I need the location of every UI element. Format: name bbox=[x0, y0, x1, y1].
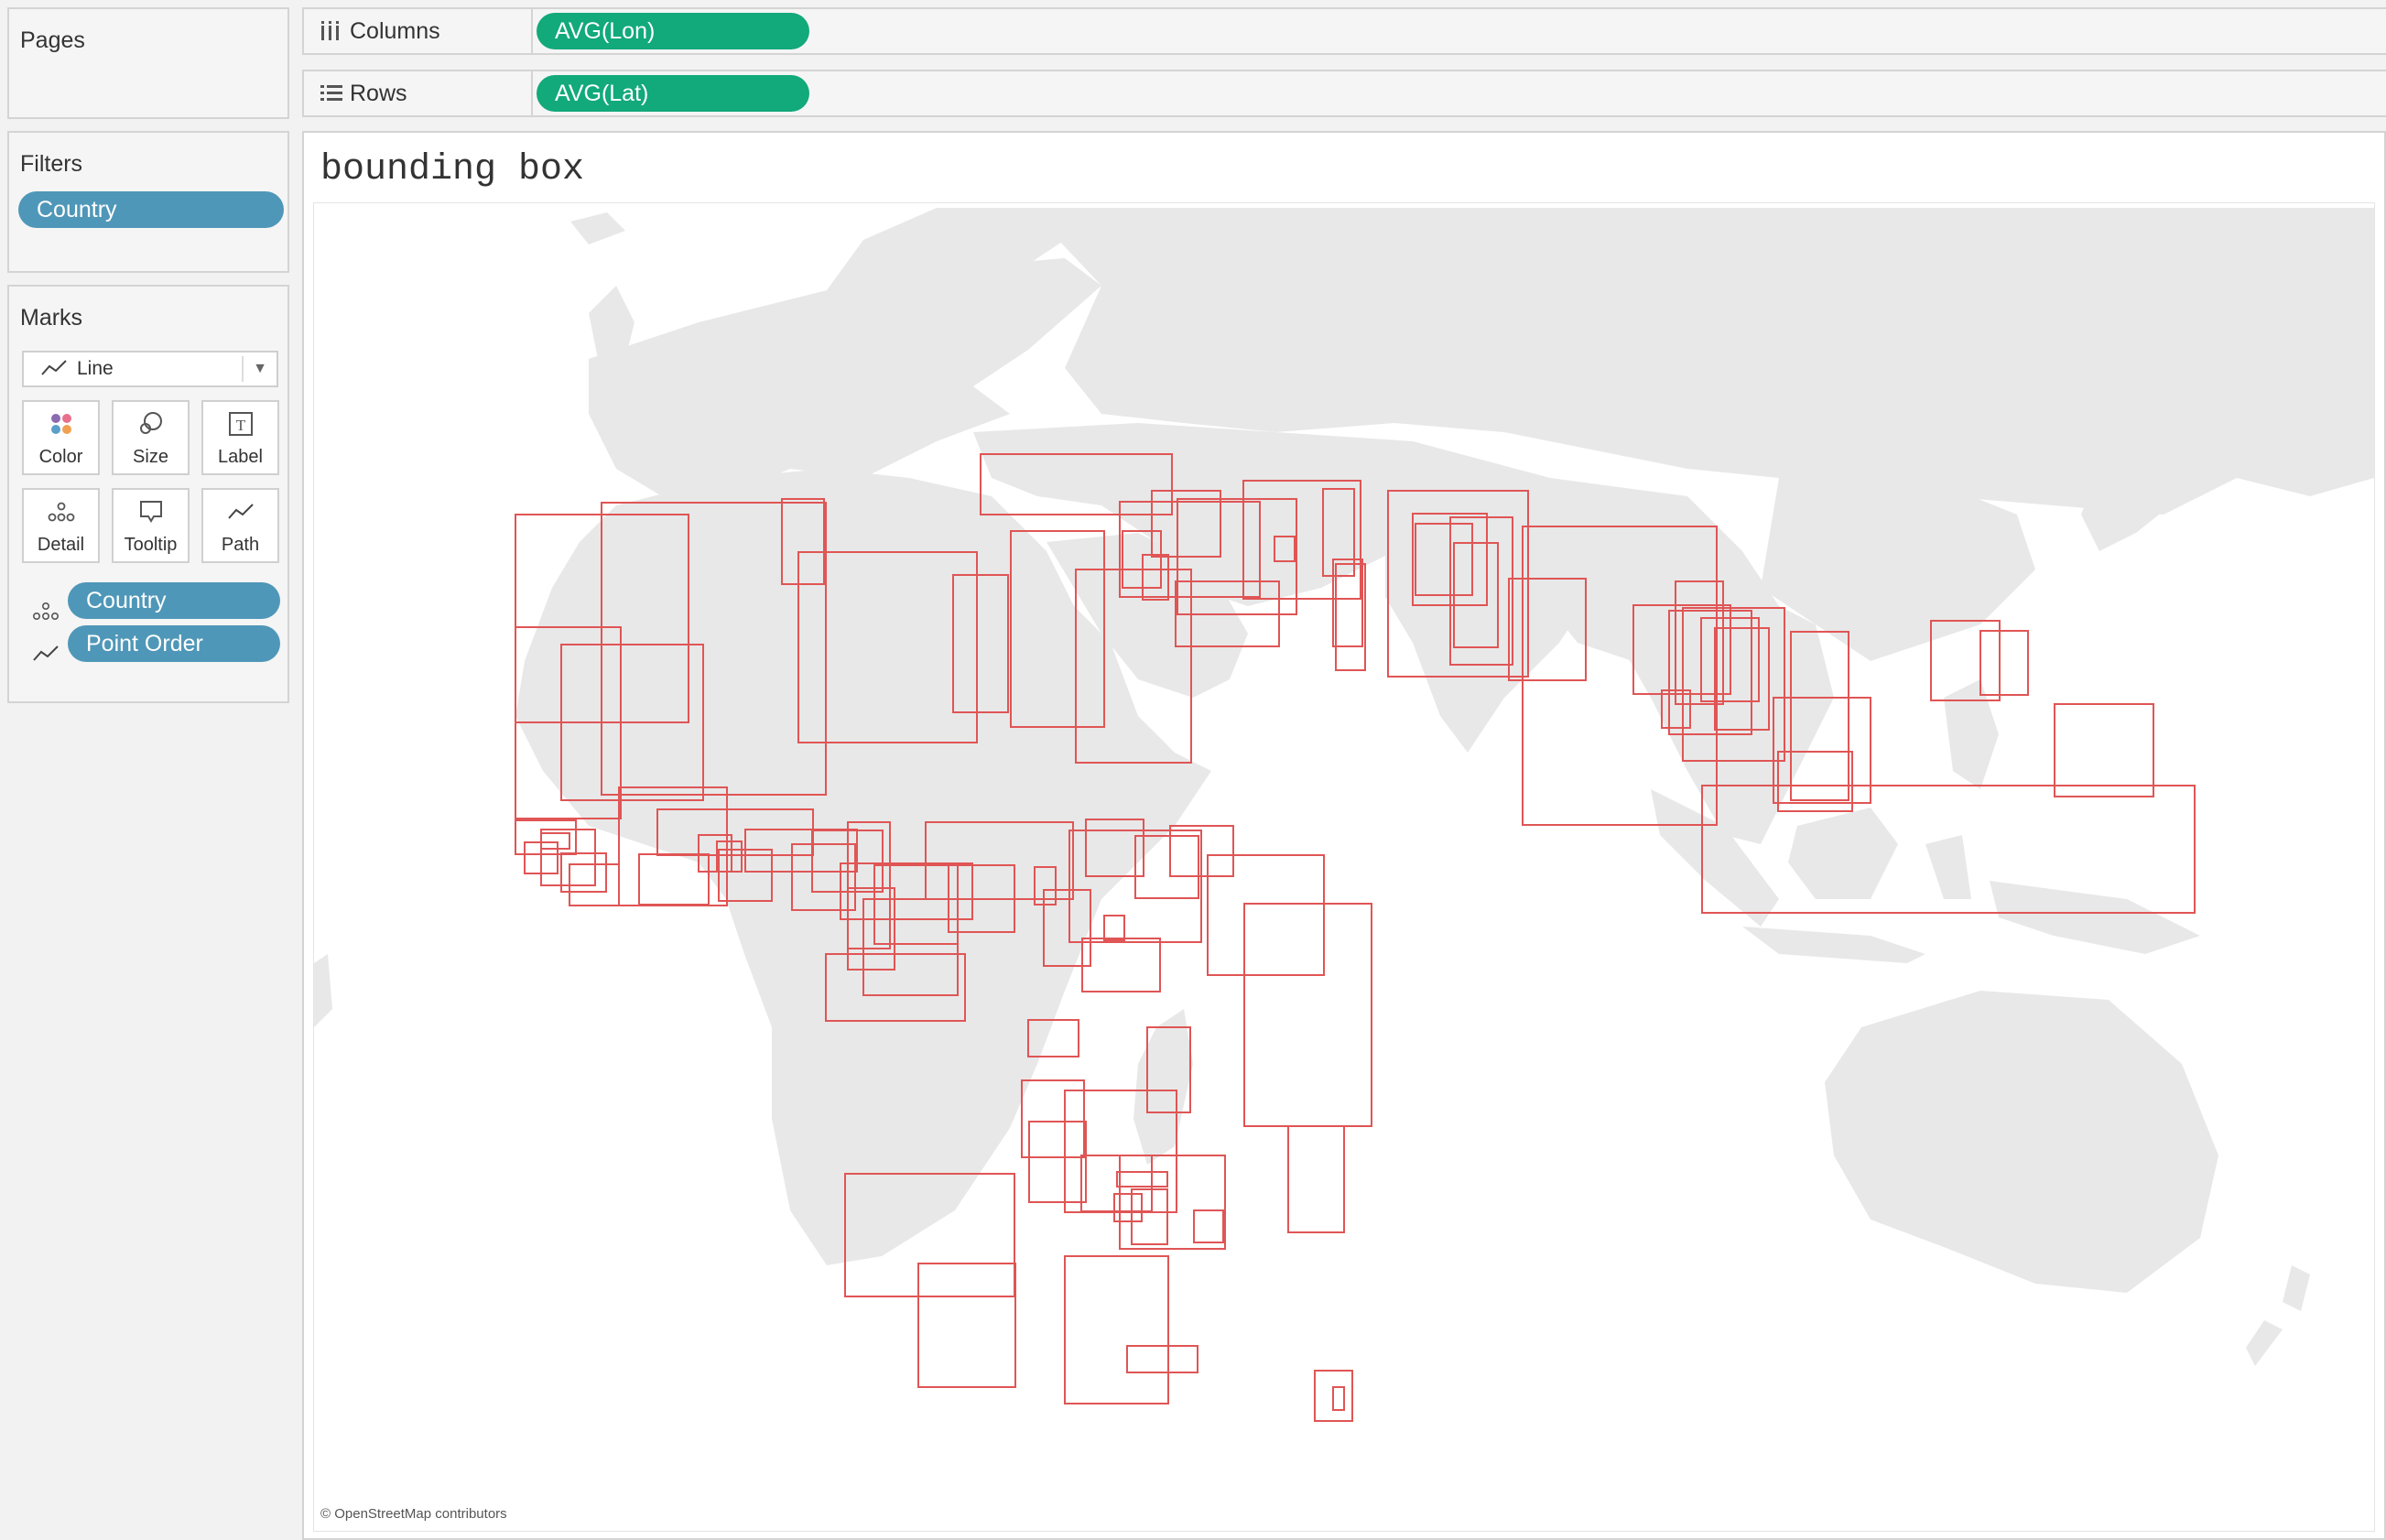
columns-shelf-label-area: Columns bbox=[304, 9, 533, 53]
filters-title: Filters bbox=[20, 151, 83, 177]
marks-detail-label: Detail bbox=[37, 535, 85, 555]
country-bbox-71 bbox=[1081, 938, 1161, 992]
tooltip-icon bbox=[114, 497, 188, 526]
mark-type-label: Line bbox=[77, 358, 114, 379]
marks-panel[interactable]: Marks Line ▼ Color Size T Label Detail T… bbox=[7, 285, 289, 703]
country-bbox-38 bbox=[1979, 630, 2029, 696]
rows-shelf[interactable]: Rows AVG(Lat) bbox=[302, 70, 2386, 117]
country-bbox-75 bbox=[1243, 903, 1372, 1127]
columns-label: Columns bbox=[350, 18, 440, 44]
pages-panel[interactable]: Pages bbox=[7, 7, 289, 119]
country-bbox-90 bbox=[1064, 1255, 1169, 1404]
marks-tooltip-label: Tooltip bbox=[124, 535, 178, 555]
marks-label-button[interactable]: T Label bbox=[201, 400, 279, 475]
country-bbox-87 bbox=[1287, 1125, 1345, 1233]
country-bbox-45 bbox=[540, 832, 570, 850]
rows-shelf-label-area: Rows bbox=[304, 71, 533, 115]
country-bbox-85 bbox=[1131, 1188, 1168, 1245]
columns-shelf[interactable]: Columns AVG(Lon) bbox=[302, 7, 2386, 55]
filters-panel[interactable]: Filters Country bbox=[7, 131, 289, 273]
dropdown-divider bbox=[242, 356, 244, 382]
marks-field-point-order[interactable]: Point Order bbox=[68, 625, 280, 662]
country-bbox-78 bbox=[1021, 1079, 1085, 1158]
marks-field-country[interactable]: Country bbox=[68, 582, 280, 619]
country-bbox-46 bbox=[540, 829, 596, 886]
marks-path-button[interactable]: Path bbox=[201, 488, 279, 563]
country-bbox-86 bbox=[1193, 1209, 1224, 1243]
marks-detail-button[interactable]: Detail bbox=[22, 488, 100, 563]
country-bbox-81 bbox=[1028, 1121, 1087, 1203]
worksheet-view[interactable]: bounding box © OpenStreetMap contributor… bbox=[302, 131, 2386, 1540]
rows-label: Rows bbox=[350, 81, 407, 106]
country-bbox-93 bbox=[1332, 1386, 1345, 1411]
marks-title: Marks bbox=[20, 305, 83, 331]
path-icon bbox=[31, 642, 60, 670]
detail-icon bbox=[31, 600, 60, 628]
marks-color-button[interactable]: Color bbox=[22, 400, 100, 475]
line-mark-icon bbox=[40, 356, 68, 391]
mark-type-dropdown[interactable]: Line ▼ bbox=[22, 351, 278, 387]
country-bbox-70 bbox=[1103, 915, 1125, 941]
marks-label-label: Label bbox=[218, 447, 263, 467]
country-bbox-39 bbox=[2054, 703, 2154, 797]
country-bbox-74 bbox=[1207, 854, 1325, 976]
map-attribution: © OpenStreetMap contributors bbox=[320, 1506, 507, 1522]
map-canvas[interactable] bbox=[314, 203, 2374, 1531]
detail-icon bbox=[24, 497, 98, 526]
pages-title: Pages bbox=[20, 27, 85, 53]
filter-pill-country[interactable]: Country bbox=[18, 191, 284, 228]
columns-icon bbox=[319, 18, 344, 44]
size-icon bbox=[114, 409, 188, 439]
map-area[interactable] bbox=[313, 202, 2375, 1532]
chevron-down-icon[interactable]: ▼ bbox=[253, 352, 267, 385]
rows-icon bbox=[319, 81, 344, 107]
country-bbox-80 bbox=[1116, 1171, 1168, 1188]
rows-pill-avg-lat[interactable]: AVG(Lat) bbox=[537, 75, 809, 112]
marks-size-button[interactable]: Size bbox=[112, 400, 190, 475]
country-bbox-89 bbox=[917, 1263, 1016, 1388]
marks-color-label: Color bbox=[38, 447, 83, 467]
country-bbox-84 bbox=[1113, 1193, 1143, 1222]
marks-size-label: Size bbox=[133, 447, 168, 467]
country-bbox-82 bbox=[1119, 1155, 1226, 1250]
color-icon bbox=[24, 409, 98, 439]
marks-path-label: Path bbox=[221, 535, 260, 555]
country-bbox-91 bbox=[1126, 1345, 1198, 1373]
svg-text:T: T bbox=[235, 417, 245, 434]
path-icon bbox=[203, 497, 277, 526]
label-icon: T bbox=[203, 409, 277, 439]
view-title: bounding box bbox=[320, 149, 585, 190]
marks-tooltip-button[interactable]: Tooltip bbox=[112, 488, 190, 563]
columns-pill-avg-lon[interactable]: AVG(Lon) bbox=[537, 13, 809, 49]
